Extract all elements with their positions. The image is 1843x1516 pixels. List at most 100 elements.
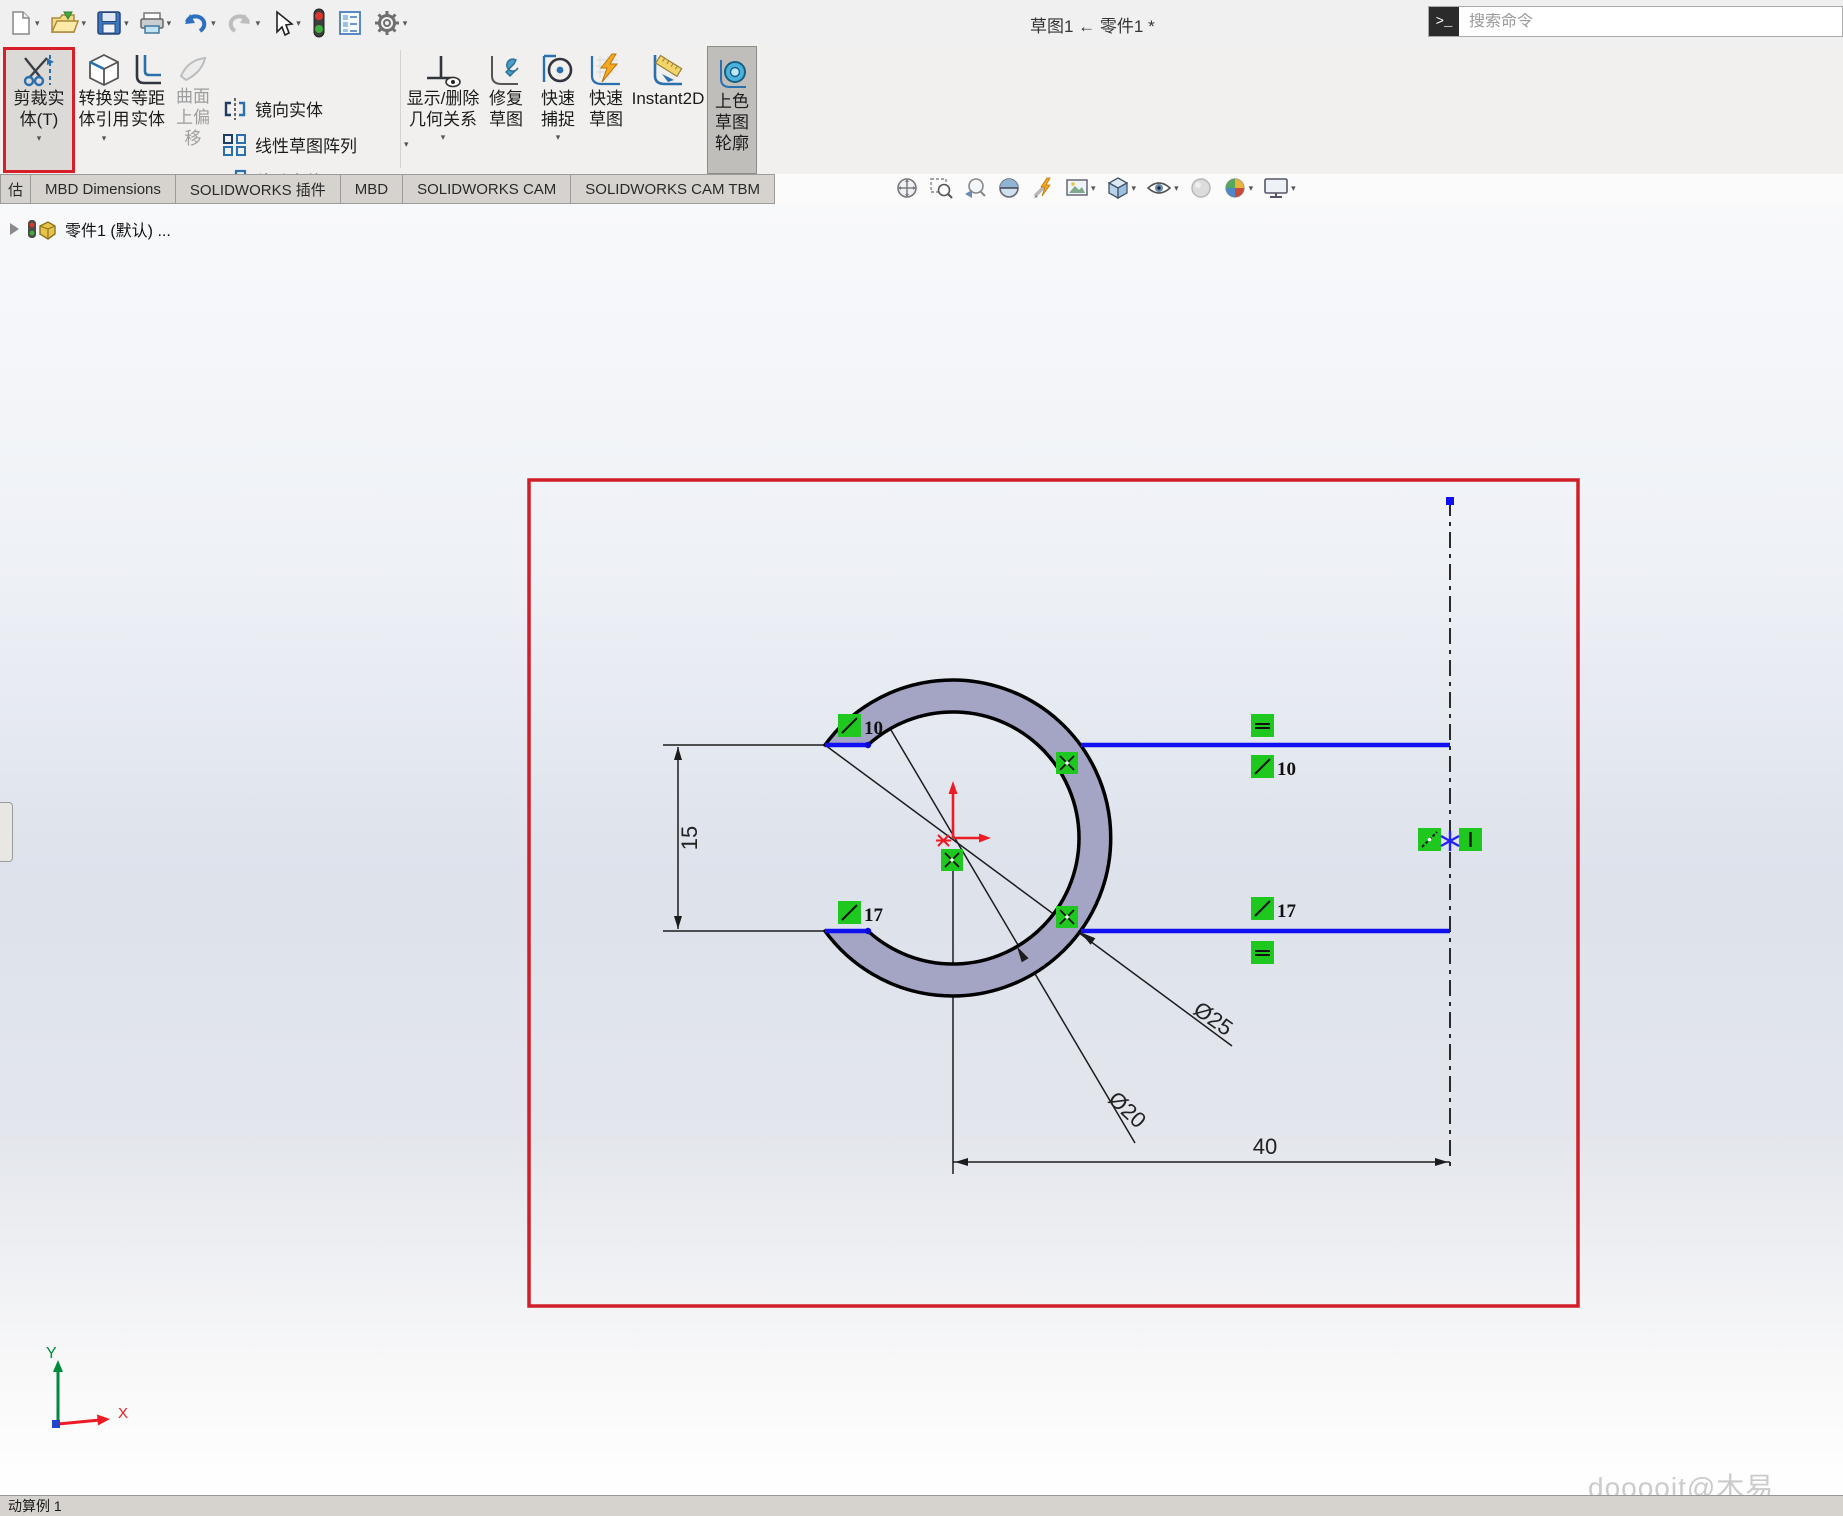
quick-snaps-button[interactable]: 快速捕捉 ▾	[536, 52, 580, 142]
quick-sketch-button[interactable]: 快速草图	[584, 52, 628, 130]
relations-icon	[423, 52, 463, 88]
view-orientation-button[interactable]: ▾	[1263, 176, 1296, 200]
parallel-badge-right-bottom[interactable]: 17	[1251, 897, 1297, 922]
badge-number: 17	[1277, 901, 1297, 922]
quick-access-toolbar: ▾ ▾ ▾ ▾ ▾ ▾ ▾	[6, 6, 410, 40]
hide-show-items-button[interactable]: ▾	[1146, 176, 1179, 200]
midpoint-badge-centerline[interactable]	[1418, 828, 1441, 851]
sketch-origin[interactable]	[936, 781, 991, 846]
tab-mbd[interactable]: MBD	[341, 174, 403, 204]
trim-entities-button[interactable]: 剪裁实体(T) ▾	[8, 52, 70, 143]
origin-point-marker	[936, 835, 951, 846]
dropdown-caret[interactable]: ▾	[1132, 184, 1137, 193]
dropdown-caret[interactable]: ▾	[37, 134, 42, 143]
printer-icon	[139, 10, 165, 36]
parallel-badge-top-left[interactable]: 10	[838, 714, 883, 739]
linear-pattern-button[interactable]: 线性草图阵列 ▾	[222, 132, 409, 157]
properties-list-icon	[337, 10, 363, 36]
coincident-badge-arc-top[interactable]	[1056, 752, 1078, 774]
command-manager-ribbon: 剪裁实体(T) ▾ 转换实体引用 ▾ 等距实体 曲面上偏移 镜向实体 线性草图阵…	[0, 44, 1843, 174]
display-style-cube-icon	[1106, 176, 1130, 200]
offset-entities-button[interactable]: 等距实体	[126, 52, 170, 130]
dropdown-caret[interactable]: ▾	[35, 19, 40, 28]
display-delete-relations-button[interactable]: 显示/删除几何关系 ▾	[406, 52, 480, 142]
parallel-badge-bottom-left[interactable]: 17	[838, 901, 884, 926]
print-button[interactable]: ▾	[136, 8, 175, 38]
dropdown-caret[interactable]: ▾	[167, 19, 172, 28]
search-prompt-icon: >_	[1429, 7, 1459, 36]
dropdown-caret[interactable]: ▾	[211, 19, 216, 28]
coincident-badge-arc-bottom[interactable]	[1056, 906, 1078, 928]
save-button[interactable]: ▾	[93, 8, 132, 38]
command-search[interactable]: >_	[1428, 6, 1843, 37]
select-tool-button[interactable]: ▾	[267, 8, 304, 39]
tab-evaluate-partial[interactable]: 估	[0, 174, 31, 204]
panel-flyout-tab[interactable]	[0, 802, 13, 862]
dropdown-caret[interactable]: ▾	[1091, 184, 1096, 193]
tab-mbd-dimensions[interactable]: MBD Dimensions	[31, 174, 176, 204]
mirror-entities-button[interactable]: 镜向实体	[222, 96, 323, 121]
window-title: 草图1 ← 零件1 *	[1030, 12, 1155, 37]
convert-entities-button[interactable]: 转换实体引用 ▾	[76, 52, 132, 143]
dia25-leader-line[interactable]	[825, 745, 1232, 1046]
undo-button[interactable]: ▾	[178, 8, 219, 38]
options-list-button[interactable]	[334, 8, 366, 38]
endpoint-dot[interactable]	[865, 928, 871, 934]
edit-appearance-button-disabled	[1189, 176, 1213, 200]
zoom-fit-button[interactable]	[895, 176, 919, 200]
lightning-pencil-icon	[1031, 176, 1055, 200]
previous-view-button[interactable]	[963, 176, 987, 200]
motion-study-tab[interactable]: 动算例 1	[0, 1496, 62, 1516]
settings-button[interactable]: ▾	[370, 7, 411, 39]
dropdown-caret[interactable]: ▾	[296, 19, 301, 28]
feature-tree-root[interactable]: 零件1 (默认) ...	[10, 216, 171, 242]
parallel-badge-right-top[interactable]: 10	[1251, 755, 1296, 780]
tab-solidworks-addins[interactable]: SOLIDWORKS 插件	[176, 174, 341, 204]
dropdown-caret[interactable]: ▾	[82, 19, 87, 28]
part-tree-label[interactable]: 零件1 (默认) ...	[65, 217, 171, 241]
tab-solidworks-cam-tbm[interactable]: SOLIDWORKS CAM TBM	[571, 174, 775, 204]
vertical-badge-centerline[interactable]	[1459, 828, 1482, 851]
shaded-sketch-contours-button[interactable]: 上色草图轮廓	[707, 46, 757, 174]
coincident-badge-origin[interactable]	[941, 849, 963, 871]
surface-offset-icon	[176, 52, 210, 86]
search-input[interactable]	[1459, 13, 1842, 31]
view-settings-button[interactable]: ▾	[1065, 176, 1096, 200]
linear-pattern-label: 线性草图阵列	[255, 132, 357, 157]
badge-number: 10	[1277, 759, 1296, 780]
repair-sketch-button[interactable]: 修复草图	[484, 52, 528, 130]
centerline-endpoint[interactable]	[1446, 497, 1454, 505]
display-style-button[interactable]: ▾	[1106, 176, 1137, 200]
dropdown-caret[interactable]: ▾	[1174, 184, 1179, 193]
zoom-area-button[interactable]	[929, 176, 953, 200]
dia-20-text[interactable]: Ø20	[1104, 1086, 1151, 1133]
dropdown-caret[interactable]: ▾	[124, 19, 129, 28]
tab-solidworks-cam[interactable]: SOLIDWORKS CAM	[403, 174, 571, 204]
new-document-icon	[9, 10, 33, 36]
endpoint-dot[interactable]	[865, 742, 871, 748]
dropdown-caret[interactable]: ▾	[556, 133, 561, 142]
section-view-button[interactable]	[997, 176, 1021, 200]
dim-15-text[interactable]: 15	[677, 826, 702, 850]
instant2d-button[interactable]: Instant2D	[630, 52, 706, 109]
dropdown-caret[interactable]: ▾	[441, 133, 446, 142]
equal-badge-top-right[interactable]	[1251, 714, 1274, 737]
dropdown-caret[interactable]: ▾	[102, 134, 107, 143]
dropdown-caret[interactable]: ▾	[403, 19, 408, 28]
apply-scene-button[interactable]: ▾	[1223, 176, 1254, 200]
dropdown-caret[interactable]: ▾	[1291, 184, 1296, 193]
graphics-area[interactable]: 15 40 Ø25 Ø20 10 17	[0, 204, 1843, 1495]
quick-snaps-label: 快速捕捉	[536, 88, 580, 130]
dropdown-caret[interactable]: ▾	[1249, 184, 1254, 193]
dim-40-text[interactable]: 40	[1253, 1134, 1277, 1159]
equal-badge-bottom-right[interactable]	[1251, 941, 1274, 964]
command-manager-tabs: 估 MBD Dimensions SOLIDWORKS 插件 MBD SOLID…	[0, 174, 775, 204]
sketch-assist-button[interactable]	[1031, 176, 1055, 200]
tree-expand-arrow-icon[interactable]	[10, 223, 19, 235]
trim-entities-label: 剪裁实体(T)	[8, 88, 70, 130]
sketch-point-asterisk[interactable]	[1441, 831, 1459, 851]
rebuild-button[interactable]	[308, 6, 330, 40]
open-button[interactable]: ▾	[47, 8, 90, 38]
new-document-button[interactable]: ▾	[6, 8, 43, 38]
dia-25-text[interactable]: Ø25	[1189, 996, 1237, 1040]
